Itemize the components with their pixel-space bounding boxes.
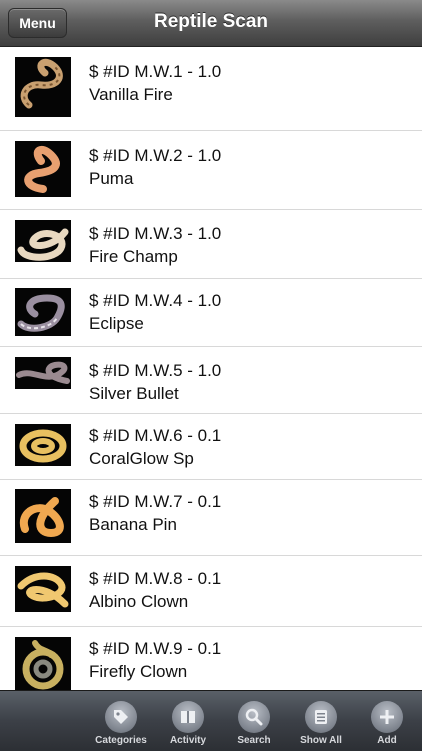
list-item[interactable]: $ #ID M.W.4 - 1.0 Eclipse: [0, 279, 422, 347]
menu-button[interactable]: Menu: [8, 8, 67, 38]
reptile-list[interactable]: $ #ID M.W.1 - 1.0 Vanilla Fire $ #ID M.W…: [0, 47, 422, 690]
item-name: Silver Bullet: [89, 384, 179, 403]
list-item[interactable]: $ #ID M.W.5 - 1.0 Silver Bullet: [0, 347, 422, 414]
snake-thumbnail: [15, 489, 71, 543]
plus-icon: [371, 701, 403, 733]
item-id-text: $ #ID M.W.6 - 0.1: [89, 426, 222, 445]
tab-categories[interactable]: Categories: [86, 691, 156, 751]
item-name: Albino Clown: [89, 592, 189, 611]
list-item[interactable]: $ #ID M.W.8 - 0.1 Albino Clown: [0, 556, 422, 627]
tag-icon: [105, 701, 137, 733]
snake-thumbnail: [15, 424, 71, 466]
item-id-text: $ #ID M.W.4 - 1.0: [89, 291, 222, 310]
snake-thumbnail: [15, 566, 71, 612]
tab-label: Add: [377, 735, 397, 746]
tab-bar: Categories Activity Search Show All Add: [0, 690, 422, 751]
snake-thumbnail: [15, 141, 71, 197]
item-name: Puma: [89, 169, 134, 188]
tab-label: Categories: [95, 735, 147, 746]
item-name: CoralGlow Sp: [89, 449, 194, 468]
item-id-text: $ #ID M.W.8 - 0.1: [89, 569, 222, 588]
tab-label: Search: [237, 735, 271, 746]
tab-activity[interactable]: Activity: [153, 691, 223, 751]
list-item[interactable]: $ #ID M.W.3 - 1.0 Fire Champ: [0, 210, 422, 279]
list-item[interactable]: $ #ID M.W.9 - 0.1 Firefly Clown: [0, 627, 422, 690]
tab-label: Show All: [300, 735, 342, 746]
item-id-text: $ #ID M.W.1 - 1.0: [89, 62, 222, 81]
item-id-text: $ #ID M.W.7 - 0.1: [89, 492, 222, 511]
item-id-text: $ #ID M.W.2 - 1.0: [89, 146, 222, 165]
item-id-text: $ #ID M.W.3 - 1.0: [89, 224, 222, 243]
book-icon: [172, 701, 204, 733]
item-name: Vanilla Fire: [89, 85, 173, 104]
snake-thumbnail: [15, 637, 71, 690]
snake-thumbnail: [15, 57, 71, 117]
item-name: Fire Champ: [89, 247, 178, 266]
snake-thumbnail: [15, 357, 71, 389]
item-id-text: $ #ID M.W.9 - 0.1: [89, 639, 222, 658]
snake-thumbnail: [15, 220, 71, 262]
list-item[interactable]: $ #ID M.W.1 - 1.0 Vanilla Fire: [0, 47, 422, 131]
tab-show-all[interactable]: Show All: [286, 691, 356, 751]
item-name: Firefly Clown: [89, 662, 188, 681]
list-item[interactable]: $ #ID M.W.7 - 0.1 Banana Pin: [0, 480, 422, 556]
tab-search[interactable]: Search: [219, 691, 289, 751]
item-name: Banana Pin: [89, 515, 177, 534]
navigation-bar: Menu Reptile Scan: [0, 0, 422, 47]
search-icon: [238, 701, 270, 733]
list-item[interactable]: $ #ID M.W.6 - 0.1 CoralGlow Sp: [0, 414, 422, 480]
item-name: Eclipse: [89, 314, 144, 333]
tab-add[interactable]: Add: [352, 691, 422, 751]
item-id-text: $ #ID M.W.5 - 1.0: [89, 361, 222, 380]
list-icon: [305, 701, 337, 733]
tab-label: Activity: [169, 735, 207, 746]
snake-thumbnail: [15, 288, 71, 336]
list-item[interactable]: $ #ID M.W.2 - 1.0 Puma: [0, 131, 422, 210]
